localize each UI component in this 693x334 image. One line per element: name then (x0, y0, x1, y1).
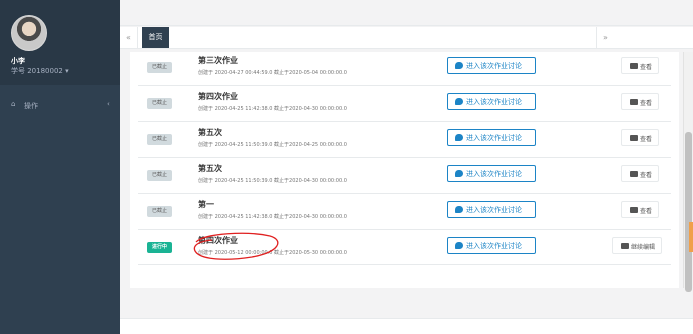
tab-scroll-left-button[interactable]: « (120, 27, 138, 48)
scrollbar[interactable] (683, 52, 693, 292)
footer (120, 318, 693, 334)
assignment-title: 第五次 (198, 128, 222, 137)
view-button-label: 查看 (640, 100, 653, 107)
scrollbar-thumb[interactable] (685, 132, 692, 292)
comments-icon (455, 134, 463, 141)
discussion-button-label: 进入该次作业讨论 (466, 98, 522, 106)
tab-bar: « 首页 » (120, 27, 693, 49)
continue-editing-label: 继续编辑 (631, 244, 656, 251)
assignment-row: 已截止 第三次作业 创建于 2020-04-27 00:44:59.0 截止于2… (138, 52, 671, 85)
sidebar: 小李 学号 20180002 ▾ ⌂ 操作 ‹ (0, 0, 120, 334)
view-button-label: 查看 (640, 136, 653, 143)
discussion-button-label: 进入该次作业讨论 (466, 134, 522, 142)
discussion-button-label: 进入该次作业讨论 (466, 206, 522, 214)
assignment-row: 已截止 第五次 创建于 2020-04-25 11:50:39.0 截止于202… (138, 121, 671, 157)
comments-icon (455, 170, 463, 177)
comments-icon (455, 98, 463, 105)
view-button-label: 查看 (640, 172, 653, 179)
enter-discussion-button[interactable]: 进入该次作业讨论 (447, 237, 536, 254)
tab-scroll-right-button[interactable]: » (596, 27, 614, 48)
view-button[interactable]: 查看 (621, 165, 659, 182)
assignment-row: 已截止 第一 创建于 2020-04-25 11:42:38.0 截止于2020… (138, 193, 671, 229)
folder-icon (630, 63, 638, 69)
enter-discussion-button[interactable]: 进入该次作业讨论 (447, 129, 536, 146)
assignment-dates: 创建于 2020-04-25 11:42:38.0 截止于2020-04-30 … (198, 106, 347, 112)
view-button[interactable]: 查看 (621, 93, 659, 110)
top-header (120, 0, 693, 26)
discussion-button-label: 进入该次作业讨论 (466, 170, 522, 178)
user-profile: 小李 学号 20180002 ▾ (0, 0, 120, 85)
scroll-position-marker (689, 222, 693, 252)
assignment-dates: 创建于 2020-04-27 00:44:59.0 截止于2020-05-04 … (198, 70, 347, 76)
assignment-title: 第四次作业 (198, 92, 238, 101)
comments-icon (455, 62, 463, 69)
discussion-button-label: 进入该次作业讨论 (466, 242, 522, 250)
assignment-row: 已截止 第五次 创建于 2020-04-25 11:50:39.0 截止于202… (138, 157, 671, 193)
status-badge: 已截止 (147, 170, 172, 181)
status-badge: 已截止 (147, 98, 172, 109)
view-button[interactable]: 查看 (621, 129, 659, 146)
view-button[interactable]: 查看 (621, 201, 659, 218)
folder-icon (630, 135, 638, 141)
enter-discussion-button[interactable]: 进入该次作业讨论 (447, 165, 536, 182)
assignment-title: 第三次作业 (198, 56, 238, 65)
enter-discussion-button[interactable]: 进入该次作业讨论 (447, 93, 536, 110)
user-id-dropdown[interactable]: 学号 20180002 ▾ (11, 66, 69, 76)
tab-home[interactable]: 首页 (142, 27, 169, 48)
continue-editing-button[interactable]: 继续编辑 (612, 237, 662, 254)
enter-discussion-button[interactable]: 进入该次作业讨论 (447, 201, 536, 218)
enter-discussion-button[interactable]: 进入该次作业讨论 (447, 57, 536, 74)
home-icon: ⌂ (11, 100, 16, 108)
folder-icon (630, 99, 638, 105)
view-button[interactable]: 查看 (621, 57, 659, 74)
sidebar-item-operations[interactable]: ⌂ 操作 ‹ (0, 96, 120, 118)
status-badge: 已截止 (147, 134, 172, 145)
assignment-dates: 创建于 2020-04-25 11:42:38.0 截止于2020-04-30 … (198, 214, 347, 220)
assignment-title: 第五次 (198, 164, 222, 173)
view-button-label: 查看 (640, 208, 653, 215)
status-badge: 进行中 (147, 242, 172, 253)
assignment-row: 已截止 第四次作业 创建于 2020-04-25 11:42:38.0 截止于2… (138, 85, 671, 121)
view-button-label: 查看 (640, 64, 653, 71)
hand-drawn-circle-annotation (193, 232, 279, 260)
discussion-button-label: 进入该次作业讨论 (466, 62, 522, 70)
avatar[interactable] (11, 15, 47, 51)
comments-icon (455, 242, 463, 249)
sidebar-item-label: 操作 (24, 102, 38, 110)
folder-icon (630, 171, 638, 177)
assignment-title: 第一 (198, 200, 214, 209)
folder-icon (630, 207, 638, 213)
assignment-dates: 创建于 2020-04-25 11:50:39.0 截止于2020-04-30 … (198, 178, 347, 184)
assignment-dates: 创建于 2020-04-25 11:50:39.0 截止于2020-04-25 … (198, 142, 347, 148)
assignment-row: 进行中 第四次作业 创建于 2020-05-12 00:00:00.0 截止于2… (138, 229, 671, 265)
user-name: 小李 (11, 57, 25, 65)
chevron-left-icon: ‹ (107, 100, 110, 108)
folder-icon (621, 243, 629, 249)
status-badge: 已截止 (147, 206, 172, 217)
status-badge: 已截止 (147, 62, 172, 73)
assignment-list: 已截止 第三次作业 创建于 2020-04-27 00:44:59.0 截止于2… (130, 52, 679, 288)
comments-icon (455, 206, 463, 213)
